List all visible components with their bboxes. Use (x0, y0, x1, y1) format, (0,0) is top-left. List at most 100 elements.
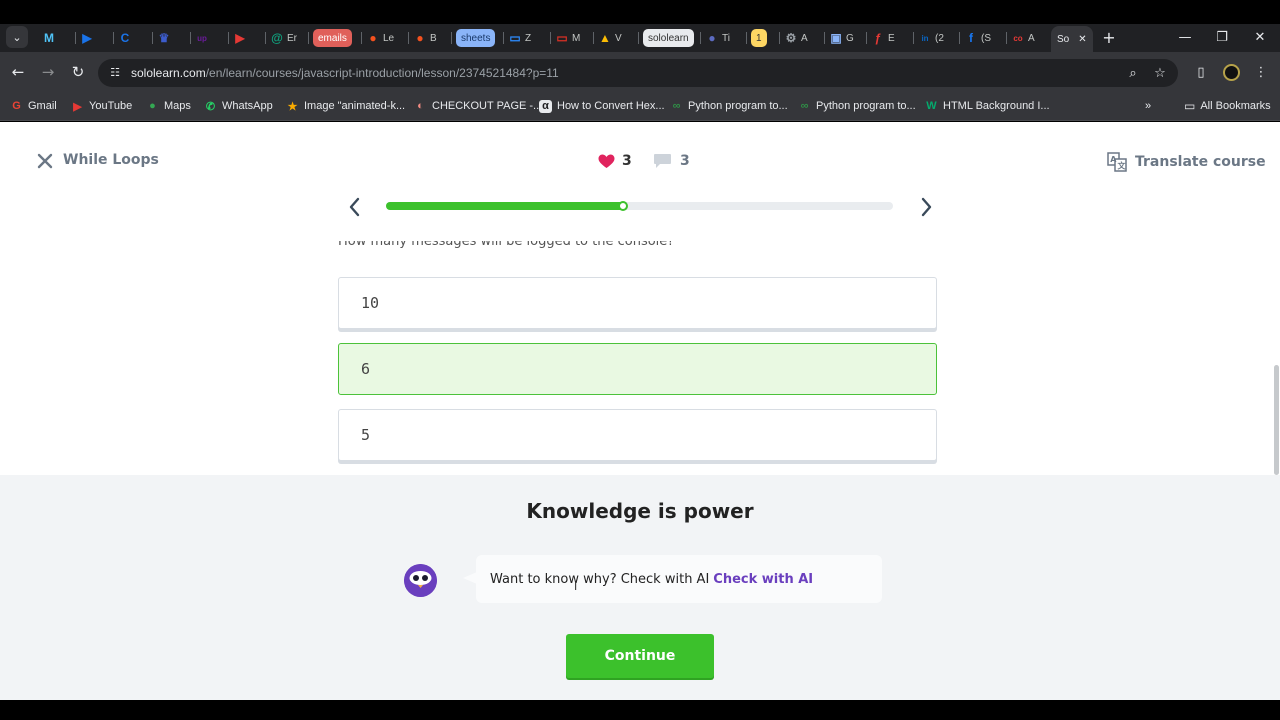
menu-dots-icon[interactable]: ⋮ (1252, 63, 1270, 81)
bookmark-item[interactable]: ◐ CHECKOUT PAGE -... (414, 97, 542, 115)
browser-tab[interactable]: sololearn (643, 26, 694, 50)
bookmark-label: Gmail (28, 100, 57, 112)
browser-tab[interactable]: emails (313, 26, 352, 50)
question-text: How many messages will be logged to the … (338, 234, 675, 249)
comments-button[interactable]: 3 (653, 153, 690, 169)
tab-label: V (615, 32, 622, 44)
browser-tab[interactable]: So ✕ (1051, 26, 1093, 52)
linkedin-icon: in (921, 33, 929, 43)
likes-count: 3 (622, 153, 632, 169)
browser-tab[interactable]: ▶ (233, 26, 250, 50)
close-window-icon[interactable]: ✕ (1251, 28, 1269, 46)
answer-option[interactable]: 10 (338, 277, 937, 329)
page-scrollbar[interactable] (1274, 365, 1279, 475)
bookmark-item[interactable]: ✆ WhatsApp (204, 97, 273, 115)
tab-separator (866, 32, 867, 44)
browser-tab[interactable]: ▲ V (598, 26, 622, 50)
gmail-m-icon: M (44, 31, 54, 45)
chevron-right-icon[interactable] (916, 196, 936, 218)
tab-label: E (888, 32, 895, 44)
tab-label: Er (287, 32, 297, 44)
browser-tab[interactable]: co A (1011, 26, 1034, 50)
tab-label: (S (981, 32, 991, 44)
answer-option[interactable]: 5 (338, 409, 937, 461)
emails-chip: emails (313, 29, 352, 47)
translate-icon: A 文 (1107, 152, 1127, 172)
tab-search-button[interactable]: ⌄ (6, 26, 28, 48)
bookmark-item[interactable]: α How to Convert Hex... (539, 97, 665, 115)
lesson-title: While Loops (63, 152, 159, 168)
bookmark-star-icon[interactable]: ☆ (1151, 64, 1169, 82)
browser-tab[interactable]: 1 (751, 26, 767, 50)
browser-tab[interactable]: ● Ti (705, 26, 730, 50)
site-info-icon[interactable]: ☷ (108, 65, 122, 79)
bookmark-label: Python program to... (688, 100, 788, 112)
all-bookmarks[interactable]: ▭ All Bookmarks (1184, 97, 1271, 115)
whatsapp-icon: ✆ (205, 100, 216, 113)
bookmark-label: CHECKOUT PAGE -... (432, 100, 543, 112)
ai-hint-bubble: Want to know why? Check with AI Check wi… (476, 555, 882, 603)
tab-label: M (572, 32, 581, 44)
more-bookmarks-icon[interactable]: » (1145, 97, 1151, 115)
bookmarks-bar: G Gmail ▶ YouTube ● Maps ✆ WhatsApp ★ Image "anim… (0, 92, 1280, 121)
back-icon[interactable]: ← (8, 62, 28, 82)
tab-separator (550, 32, 551, 44)
alpha-icon: α (539, 99, 552, 113)
close-lesson-icon[interactable] (36, 152, 54, 170)
browser-tab[interactable]: f (S (964, 26, 991, 50)
address-bar[interactable]: ☷ sololearn.com/en/learn/courses/javascr… (98, 59, 1178, 87)
side-panel-icon[interactable]: ▯ (1192, 63, 1210, 81)
maps-icon: ● (149, 100, 156, 112)
browser-tab[interactable]: ♛ (157, 26, 174, 50)
browser-tab[interactable]: M (42, 26, 59, 50)
browser-tab[interactable]: in (2 (918, 26, 943, 50)
bookmark-label: Python program to... (816, 100, 916, 112)
profile-avatar[interactable] (1223, 64, 1240, 81)
zoom-icon: ▭ (509, 31, 521, 45)
reload-icon[interactable]: ↻ (68, 62, 88, 82)
tab-separator (638, 32, 639, 44)
mail-icon: ▭ (556, 31, 568, 45)
bubble-tail (463, 572, 477, 584)
minimize-icon[interactable]: — (1176, 28, 1194, 46)
bookmark-item[interactable]: ∞ Python program to... (798, 97, 916, 115)
browser-tab[interactable]: ▣ G (829, 26, 854, 50)
play-icon: ▶ (82, 31, 92, 45)
browser-tab[interactable]: ▭ Z (508, 26, 531, 50)
tab-label: G (846, 32, 854, 44)
youtube-icon: ▶ (73, 100, 82, 113)
browser-tab[interactable]: ● Le (366, 26, 394, 50)
close-tab-icon[interactable]: ✕ (1078, 34, 1086, 45)
likes-button[interactable]: 3 (598, 153, 632, 169)
browser-tab[interactable]: ● B (413, 26, 436, 50)
gfg-icon: ∞ (672, 100, 681, 112)
browser-tab[interactable]: sheets (456, 26, 496, 50)
bookmark-label: How to Convert Hex... (557, 100, 665, 112)
openai-icon: ⚙ (785, 31, 797, 45)
browser-tab[interactable]: ƒE (871, 26, 895, 50)
tab-separator (408, 32, 409, 44)
bookmark-item[interactable]: G Gmail (10, 97, 57, 115)
answer-option-selected[interactable]: 6 (338, 343, 937, 395)
browser-tab[interactable]: up (195, 26, 212, 50)
browser-tab[interactable]: ▭ M (555, 26, 580, 50)
browser-tab[interactable]: C (118, 26, 135, 50)
bookmark-item[interactable]: ∞ Python program to... (670, 97, 788, 115)
zoom-icon[interactable]: ⌕ (1124, 64, 1142, 82)
new-tab-button[interactable]: + (1100, 28, 1118, 47)
bookmark-item[interactable]: ● Maps (146, 97, 191, 115)
continue-button[interactable]: Continue (566, 634, 714, 678)
browser-tab[interactable]: ⚙ A (784, 26, 808, 50)
owl-mascot-icon (404, 564, 437, 597)
check-with-ai-link[interactable]: Check with AI (713, 572, 813, 587)
tab-separator (746, 32, 747, 44)
translate-course-button[interactable]: A 文 Translate course (1107, 152, 1266, 172)
browser-tab[interactable]: ▶ (80, 26, 97, 50)
restore-icon[interactable]: ❐ (1213, 28, 1231, 46)
chevron-left-icon[interactable] (345, 196, 365, 218)
bookmark-item[interactable]: ▶ YouTube (71, 97, 132, 115)
bookmark-item[interactable]: W HTML Background I... (925, 97, 1049, 115)
forward-icon[interactable]: → (38, 62, 58, 82)
bookmark-item[interactable]: ★ Image "animated-k... (286, 97, 406, 115)
browser-tab[interactable]: @ Er (270, 26, 297, 50)
